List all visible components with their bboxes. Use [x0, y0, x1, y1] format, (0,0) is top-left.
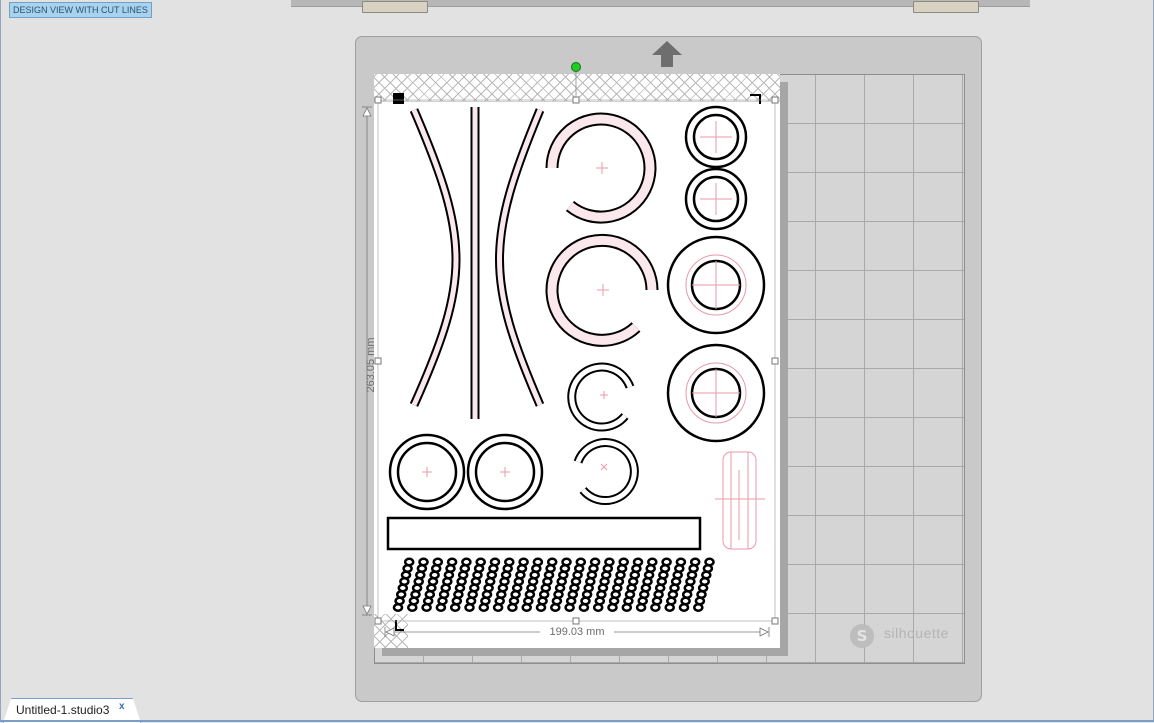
- tab-close-icon[interactable]: x: [119, 701, 125, 712]
- rotate-handle[interactable]: [571, 62, 581, 72]
- spring-coil-loop: [492, 603, 504, 612]
- c-ring-small-upper[interactable]: [567, 362, 635, 432]
- washer-large-1[interactable]: [666, 235, 766, 335]
- curved-strip-right[interactable]: [495, 108, 545, 407]
- document-tab-title[interactable]: Untitled-1.studio3: [16, 703, 109, 717]
- long-rectangle-strip[interactable]: [386, 516, 702, 551]
- spring-coil-loop: [664, 603, 675, 612]
- width-dimension-label: 199.03 mm: [540, 626, 614, 638]
- washer-small-1[interactable]: [684, 105, 748, 169]
- spring-coil-loop: [578, 603, 590, 612]
- spring-coil-loop: [435, 603, 447, 612]
- spring-coils-group[interactable]: [392, 557, 715, 612]
- spring-coil-loop: [449, 603, 461, 612]
- spring-coil-loop: [550, 603, 561, 612]
- washer-small-2[interactable]: [684, 167, 748, 231]
- spring-coil-loop: [564, 603, 575, 612]
- spring-coil-loop: [464, 603, 475, 612]
- spring-coil-loop: [693, 603, 704, 612]
- spring-coil-loop: [635, 603, 647, 612]
- spring-coil-loop: [607, 603, 618, 612]
- spring-coil-loop: [392, 603, 404, 612]
- spring-coil-loop: [507, 603, 518, 612]
- registration-mark-corner-bottom-left: [395, 620, 404, 631]
- c-ring-large-top[interactable]: [545, 112, 657, 224]
- ring-bottom-left-1[interactable]: [388, 433, 466, 511]
- design-canvas[interactable]: [0, 0, 1154, 722]
- spring-coil-loop: [535, 603, 547, 612]
- spring-coil-loop: [678, 603, 690, 612]
- spring-coil-loop: [407, 603, 418, 612]
- spring-coil-loop: [421, 603, 432, 612]
- registration-mark-corner-top-right: [750, 94, 761, 104]
- spring-coil-loop: [592, 603, 604, 612]
- ring-bottom-left-2[interactable]: [466, 433, 544, 511]
- reference-outline-shape: [715, 451, 765, 550]
- washer-large-2[interactable]: [666, 343, 766, 443]
- registration-mark-square: [393, 93, 404, 104]
- spring-coil-loop: [650, 603, 661, 612]
- curved-strip-left[interactable]: [409, 108, 461, 407]
- c-ring-small-lower[interactable]: [573, 438, 639, 506]
- height-dimension-label: 263.05 mm: [365, 337, 377, 393]
- spring-coil-loop: [478, 603, 490, 612]
- spring-coil-loop: [621, 603, 633, 612]
- c-ring-large-middle[interactable]: [545, 233, 659, 347]
- spring-coil-loop: [521, 603, 532, 612]
